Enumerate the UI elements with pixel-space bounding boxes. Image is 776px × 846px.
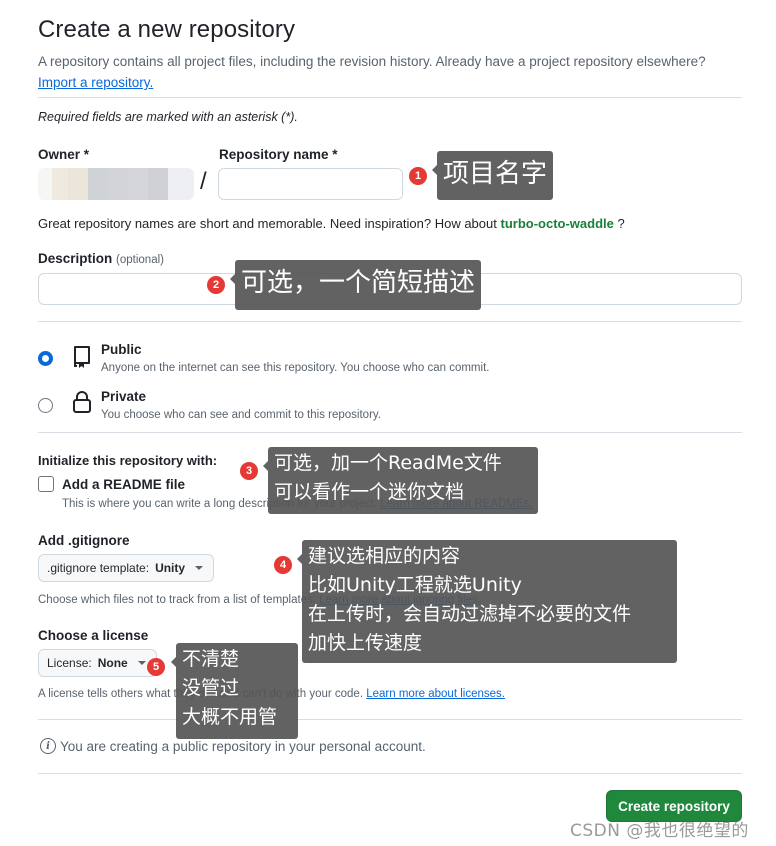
annotation-badge-5: 5 [147,658,165,676]
repository-name-input[interactable] [218,168,403,200]
learn-more-licenses-link[interactable]: Learn more about licenses. [366,688,505,700]
owner-select[interactable] [38,168,194,200]
divider [38,773,742,774]
name-hint-text: Great repository names are short and mem… [38,216,497,231]
divider [38,97,742,98]
gitignore-select-value: Unity [155,561,186,575]
license-label: Choose a license [38,628,149,643]
private-radio[interactable] [38,398,53,413]
gitignore-select-prefix: .gitignore template: [47,561,150,575]
name-suggestion[interactable]: turbo-octo-waddle [500,216,613,231]
public-label: Public [101,342,142,357]
private-description: You choose who can see and commit to thi… [101,409,381,421]
info-icon: i [40,738,56,754]
annotation-note-3: 可选，加一个ReadMe文件 可以看作一个迷你文档 [263,447,538,514]
annotation-line: 可以看作一个迷你文档 [274,481,465,503]
description-label-text: Description [38,251,113,266]
info-text: You are creating a public repository in … [60,738,426,754]
gitignore-label: Add .gitignore [38,533,130,548]
visibility-info: i You are creating a public repository i… [40,738,426,754]
owner-label: Owner * [38,147,90,162]
caret-down-icon [195,566,204,570]
page-title: Create a new repository [38,16,296,43]
annotation-line: 可选，加一个ReadMe文件 [274,452,502,474]
page-subtitle: A repository contains all project files,… [38,51,748,93]
owner-repo-separator: / [200,168,207,195]
annotation-badge-1: 1 [409,167,427,185]
repo-name-label: Repository name * [219,147,338,162]
annotation-line: 没管过 [182,677,240,699]
caret-down-icon [137,661,146,665]
annotation-line: 在上传时，会自动过滤掉不必要的文件 [308,603,632,625]
annotation-line: 不清楚 [182,648,240,670]
repo-icon [74,346,90,368]
annotation-line: 项目名字 [443,159,548,189]
divider [38,719,742,720]
annotation-line: 加快上传速度 [308,632,423,654]
annotation-badge-4: 4 [274,556,292,574]
description-label: Description (optional) [38,251,164,266]
annotation-line: 比如Unity工程就选Unity [308,574,522,596]
annotation-note-5: 不清楚 没管过 大概不用管 [171,643,298,739]
annotation-note-2: 可选，一个简短描述 [229,260,482,310]
divider [38,432,742,433]
annotation-line: 建议选相应的内容 [308,545,461,567]
lock-icon [73,391,91,413]
divider [38,321,742,322]
public-radio[interactable] [38,351,53,366]
private-label: Private [101,389,147,404]
annotation-line: 大概不用管 [182,706,278,728]
gitignore-desc-text: Choose which files not to track from a l… [38,594,317,606]
annotation-note-1: 项目名字 [431,151,554,200]
watermark: CSDN @我也很绝望的 [570,821,749,841]
optional-tag: (optional) [116,254,164,266]
name-hint: Great repository names are short and mem… [38,216,625,231]
annotation-note-4: 建议选相应的内容 比如Unity工程就选Unity 在上传时，会自动过滤掉不必要… [297,540,677,663]
annotation-badge-3: 3 [240,462,258,480]
add-readme-label[interactable]: Add a README file [62,477,185,492]
license-select-prefix: License: [47,656,92,670]
annotation-badge-2: 2 [207,276,225,294]
annotation-line: 可选，一个简短描述 [241,268,476,298]
import-repository-link[interactable]: Import a repository. [38,75,153,90]
license-select-value: None [97,656,128,670]
subtitle-text: A repository contains all project files,… [38,54,706,69]
license-select[interactable]: License: None [38,649,157,677]
initialize-heading: Initialize this repository with: [38,453,218,468]
public-description: Anyone on the internet can see this repo… [101,362,490,374]
gitignore-template-select[interactable]: .gitignore template: Unity [38,554,215,582]
add-readme-checkbox[interactable] [38,476,54,492]
required-fields-note: Required fields are marked with an aster… [38,110,298,124]
name-hint-suffix: ? [617,216,625,231]
